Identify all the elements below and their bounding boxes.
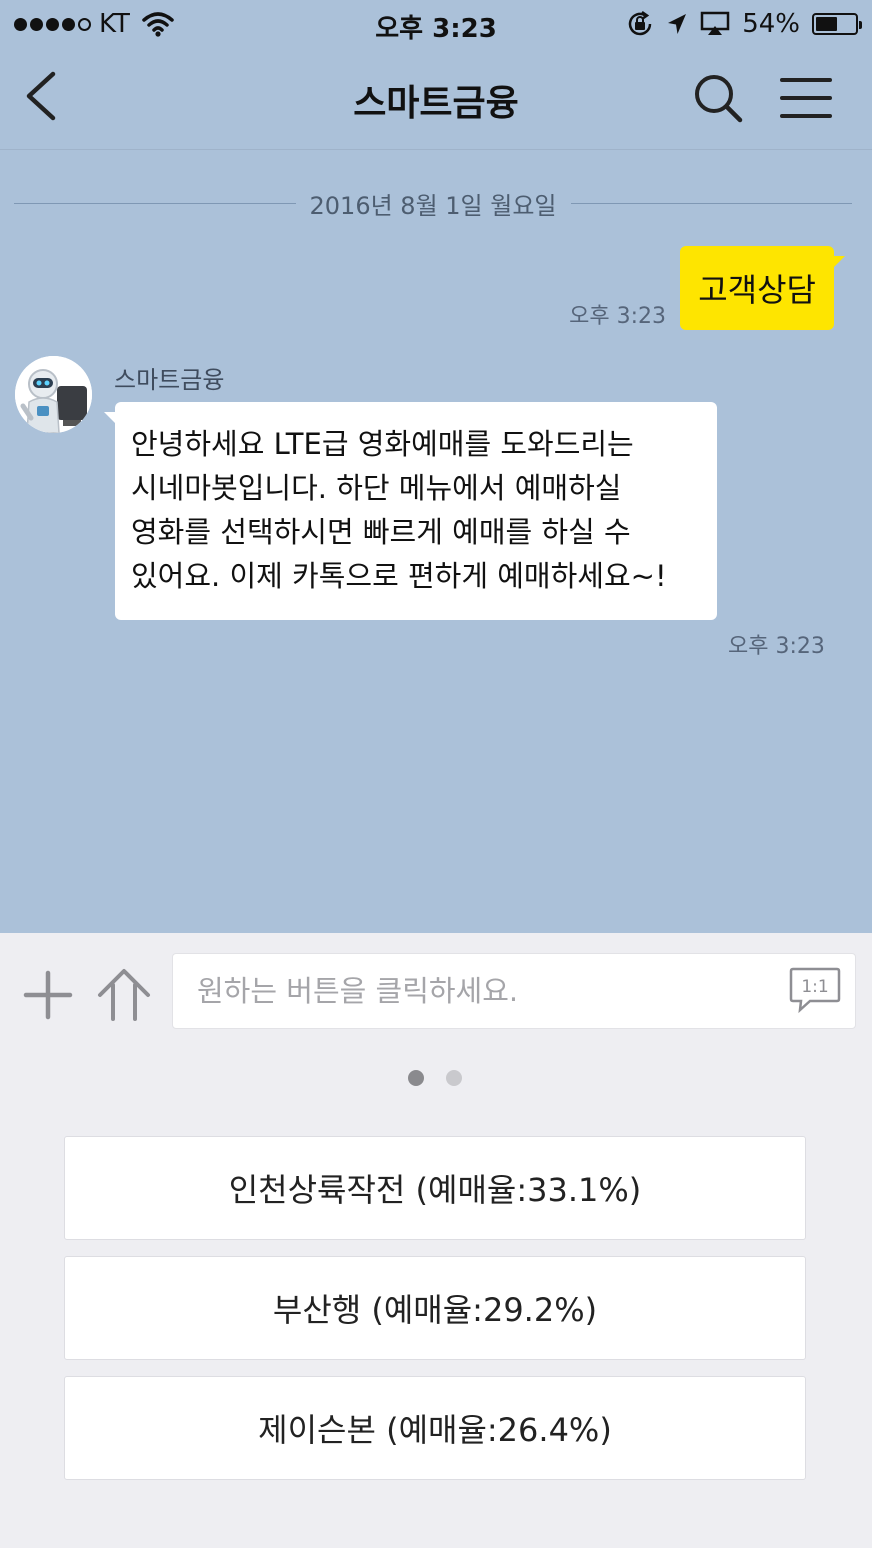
date-line-left xyxy=(14,202,296,204)
date-line-right xyxy=(570,202,853,204)
page-indicator xyxy=(408,1070,462,1086)
outgoing-message-bubble[interactable]: 고객상담 xyxy=(680,246,845,330)
bubble-tail xyxy=(104,412,116,424)
message-input[interactable] xyxy=(172,953,856,1029)
incoming-message-text: 안녕하세요 LTE급 영화예매를 도와드리는 시네마봇입니다. 하단 메뉴에서 … xyxy=(131,427,667,593)
status-bar: KT 오후 3:23 54% xyxy=(0,0,872,48)
sender-name: 스마트금융 xyxy=(114,366,225,394)
robot-avatar-icon xyxy=(15,356,92,433)
nav-bar: 스마트금융 xyxy=(0,48,872,150)
incoming-message-bubble[interactable]: 안녕하세요 LTE급 영화예매를 도와드리는 시네마봇입니다. 하단 메뉴에서 … xyxy=(104,402,717,620)
incoming-timestamp: 오후 3:23 xyxy=(728,634,825,659)
search-button[interactable] xyxy=(690,70,746,126)
hamburger-menu-icon xyxy=(780,78,832,118)
back-button[interactable] xyxy=(20,68,70,124)
airplay-icon xyxy=(700,11,730,35)
quick-reply-button[interactable]: 제이슨본 (예매율:26.4%) xyxy=(64,1376,806,1480)
date-divider: 2016년 8월 1일 월요일 xyxy=(14,186,853,220)
input-bar: 1:1 xyxy=(0,933,872,1047)
outgoing-timestamp: 오후 3:23 xyxy=(569,304,666,329)
plus-icon xyxy=(23,970,73,1020)
back-chevron-icon xyxy=(26,71,56,121)
location-arrow-icon xyxy=(668,14,687,34)
date-text: 2016년 8월 1일 월요일 xyxy=(309,191,557,220)
page-dot[interactable] xyxy=(408,1070,424,1086)
avatar[interactable] xyxy=(15,356,92,433)
one-to-one-chat-icon: 1:1 xyxy=(789,967,841,1014)
one-to-one-chat-button[interactable]: 1:1 xyxy=(788,965,842,1015)
up-button[interactable] xyxy=(96,967,152,1023)
quick-reply-button[interactable]: 부산행 (예매율:29.2%) xyxy=(64,1256,806,1360)
menu-button[interactable] xyxy=(778,76,834,120)
quick-reply-button[interactable]: 인천상륙작전 (예매율:33.1%) xyxy=(64,1136,806,1240)
battery-nub xyxy=(859,21,862,29)
battery-percent: 54% xyxy=(742,9,800,39)
status-right: 54% xyxy=(626,9,862,39)
page-dot[interactable] xyxy=(446,1070,462,1086)
battery-fill xyxy=(816,17,837,31)
one-to-one-label: 1:1 xyxy=(801,977,828,997)
up-arrow-icon xyxy=(98,969,150,1021)
search-icon xyxy=(695,75,743,123)
rotation-lock-icon xyxy=(628,10,652,36)
outgoing-message-text: 고객상담 xyxy=(698,271,816,309)
battery-icon xyxy=(812,13,862,35)
attach-button[interactable] xyxy=(22,969,74,1021)
bubble-tail xyxy=(833,256,845,268)
